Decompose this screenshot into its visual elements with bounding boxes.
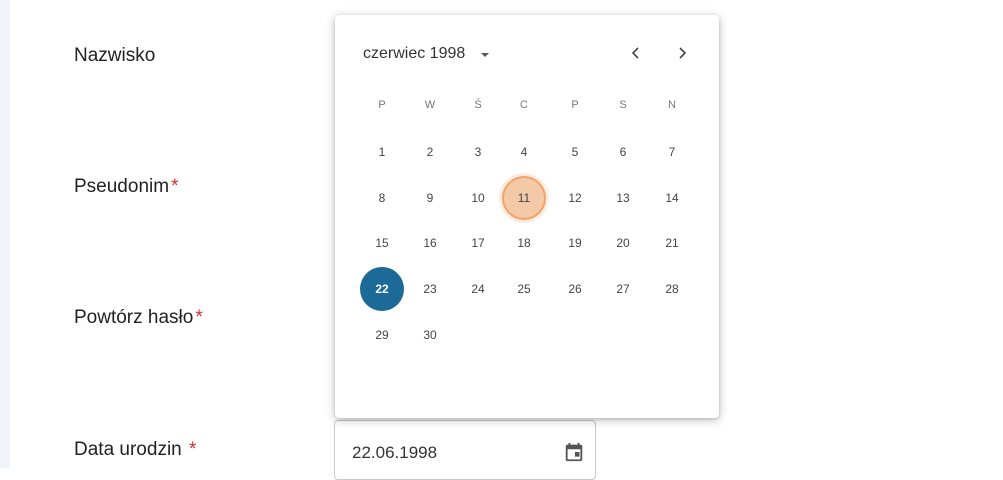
calendar-day[interactable]: 1 xyxy=(360,130,404,174)
label-powtorz-haslo: Powtórz hasło * xyxy=(74,307,203,329)
label-text: Powtórz hasło xyxy=(74,307,194,328)
calendar-day[interactable]: 4 xyxy=(502,130,546,174)
weekday-label: N xyxy=(668,99,676,111)
label-text: Pseudonim xyxy=(74,176,170,197)
arrow-drop-down-icon xyxy=(479,48,491,60)
calendar-day[interactable]: 28 xyxy=(650,267,694,311)
calendar-day[interactable]: 20 xyxy=(601,221,645,265)
calendar-day[interactable]: 18 xyxy=(502,221,546,265)
calendar-day-selected[interactable]: 22 xyxy=(360,267,404,311)
calendar-day[interactable]: 24 xyxy=(456,267,500,311)
weekday-label: P xyxy=(571,99,579,111)
calendar-day[interactable]: 19 xyxy=(553,221,597,265)
calendar-day[interactable]: 21 xyxy=(650,221,694,265)
weekday-label: Ś xyxy=(474,99,482,111)
required-marker: * xyxy=(195,307,203,328)
calendar-day[interactable]: 27 xyxy=(601,267,645,311)
calendar-day[interactable]: 25 xyxy=(502,267,546,311)
calendar-day[interactable]: 23 xyxy=(408,267,452,311)
calendar-day[interactable]: 5 xyxy=(553,130,597,174)
next-month-button[interactable] xyxy=(670,41,694,65)
previous-month-button[interactable] xyxy=(624,41,648,65)
label-pseudonim: Pseudonim * xyxy=(74,176,178,198)
required-marker: * xyxy=(171,176,179,197)
calendar-day[interactable]: 6 xyxy=(601,130,645,174)
birthdate-input[interactable]: 22.06.1998 xyxy=(334,420,596,480)
weekday-label: W xyxy=(424,99,436,111)
calendar-day[interactable]: 10 xyxy=(456,176,500,220)
label-data-urodzin: Data urodzin * xyxy=(74,439,196,461)
calendar-day[interactable]: 7 xyxy=(650,130,694,174)
calendar-day[interactable]: 29 xyxy=(360,313,404,357)
calendar-day[interactable]: 2 xyxy=(408,130,452,174)
calendar-day-today[interactable]: 11 xyxy=(502,176,546,220)
weekday-label: P xyxy=(378,99,386,111)
calendar-day[interactable]: 9 xyxy=(408,176,452,220)
label-text: Data urodzin xyxy=(74,439,188,460)
label-text: Nazwisko xyxy=(74,45,156,66)
label-nazwisko: Nazwisko xyxy=(74,45,155,67)
chevron-right-icon xyxy=(679,47,687,59)
calendar-icon[interactable] xyxy=(563,441,585,463)
calendar-day[interactable]: 12 xyxy=(553,176,597,220)
page-left-edge xyxy=(0,0,10,468)
calendar-day[interactable]: 15 xyxy=(360,221,404,265)
calendar-day[interactable]: 17 xyxy=(456,221,500,265)
calendar-day[interactable]: 30 xyxy=(408,313,452,357)
weekday-label: S xyxy=(619,99,627,111)
calendar-day[interactable]: 3 xyxy=(456,130,500,174)
calendar-day[interactable]: 26 xyxy=(553,267,597,311)
calendar-day[interactable]: 14 xyxy=(650,176,694,220)
required-marker: * xyxy=(189,439,197,460)
period-label: czerwiec 1998 xyxy=(363,45,466,62)
period-selector-button[interactable]: czerwiec 1998 xyxy=(363,43,491,65)
calendar-day[interactable]: 8 xyxy=(360,176,404,220)
chevron-left-icon xyxy=(631,47,639,59)
calendar-day[interactable]: 16 xyxy=(408,221,452,265)
datepicker-popup: czerwiec 1998 PWŚCPSN 1 2 3 4 5 6 7 8 9 10 11 12 13 1… xyxy=(335,15,719,418)
weekday-label: C xyxy=(520,99,528,111)
calendar-day[interactable]: 13 xyxy=(601,176,645,220)
birthdate-value[interactable]: 22.06.1998 xyxy=(352,443,437,463)
